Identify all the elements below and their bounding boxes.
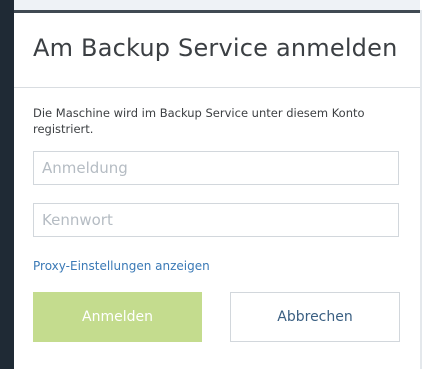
background-panel	[0, 0, 14, 369]
login-button-label: Anmelden	[82, 309, 153, 325]
proxy-settings-link[interactable]: Proxy-Einstellungen anzeigen	[33, 259, 210, 273]
password-input[interactable]	[33, 203, 399, 237]
login-dialog: Am Backup Service anmelden Die Maschine …	[14, 10, 422, 369]
cancel-button-label: Abbrechen	[277, 309, 353, 325]
background-header	[14, 0, 420, 10]
cancel-button[interactable]: Abbrechen	[230, 292, 400, 342]
title-divider	[14, 87, 422, 88]
login-button[interactable]: Anmelden	[33, 292, 202, 342]
dialog-top-border	[14, 10, 420, 13]
login-input[interactable]	[33, 151, 399, 185]
dialog-description: Die Maschine wird im Backup Service unte…	[33, 106, 365, 136]
dialog-title: Am Backup Service anmelden	[33, 34, 398, 62]
